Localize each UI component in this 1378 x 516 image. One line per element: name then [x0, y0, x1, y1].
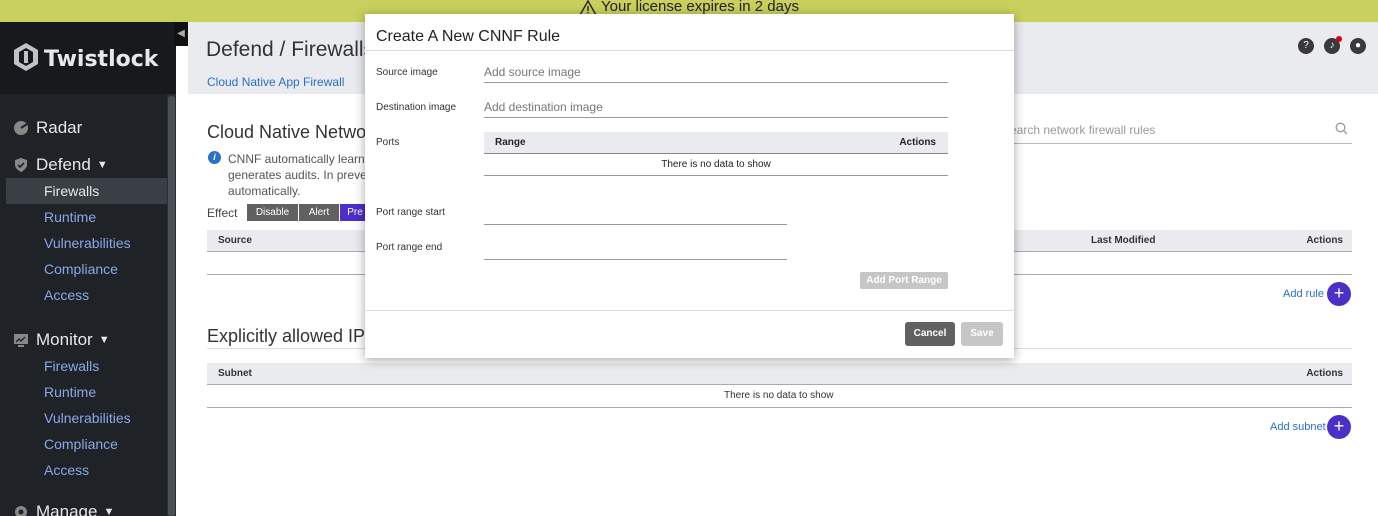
brand-name: Twistlock — [44, 47, 159, 72]
subnet-table-header: Subnet Actions — [207, 363, 1352, 385]
rules-search-input[interactable]: earch network firewall rules — [1010, 122, 1352, 144]
user-icon[interactable]: ● — [1350, 38, 1366, 54]
nav-monitor-label: Monitor — [36, 330, 93, 349]
save-button[interactable]: Save — [961, 322, 1003, 346]
sidebar-item-defend-compliance[interactable]: Compliance — [6, 256, 167, 282]
subnet-table-row-divider — [207, 407, 1352, 408]
port-range-start-label: Port range start — [376, 207, 445, 218]
logo-area: Twistlock — [0, 22, 176, 94]
sidebar-item-monitor-access[interactable]: Access — [6, 457, 167, 483]
ports-empty-message: There is no data to show — [484, 154, 948, 176]
sidebar-scrollbar[interactable] — [167, 94, 176, 516]
nav-manage-label: Manage — [36, 502, 98, 516]
col-source: Source — [218, 235, 252, 246]
notification-dot — [1336, 36, 1342, 42]
ports-table: Range Actions There is no data to show — [484, 132, 948, 176]
nav-defend[interactable]: Defend ▼ — [0, 155, 167, 175]
source-image-input[interactable] — [484, 61, 948, 83]
bell-icon[interactable]: ♪ — [1324, 36, 1342, 54]
collapse-sidebar-button[interactable]: ◀ — [174, 22, 188, 46]
nav-monitor[interactable]: Monitor ▼ — [0, 330, 167, 350]
port-range-start-input[interactable] — [484, 203, 787, 225]
chevron-down-icon: ▼ — [103, 506, 115, 516]
sidebar: Twistlock ◀ Radar Defend ▼ Firewalls Run… — [0, 22, 188, 516]
col-actions: Actions — [1306, 235, 1343, 246]
create-cnnf-rule-modal: Create A New CNNF Rule Source image Dest… — [365, 14, 1014, 358]
add-subnet-link[interactable]: Add subnet — [1270, 421, 1326, 433]
sidebar-item-monitor-runtime[interactable]: Runtime — [6, 379, 167, 405]
shield-icon — [12, 156, 30, 174]
modal-header-divider — [365, 50, 1014, 51]
add-rule-button[interactable]: + — [1327, 282, 1351, 306]
sidebar-item-defend-vulnerabilities[interactable]: Vulnerabilities — [6, 230, 167, 256]
monitor-icon — [12, 331, 30, 349]
modal-title: Create A New CNNF Rule — [376, 28, 561, 45]
effect-disable-button[interactable]: Disable — [247, 204, 298, 221]
chevron-down-icon: ▼ — [98, 334, 110, 346]
add-rule-link[interactable]: Add rule — [1283, 288, 1324, 300]
ports-label: Ports — [376, 137, 400, 148]
header-icons: ? ♪ ● — [1298, 36, 1366, 54]
effect-label: Effect — [207, 206, 238, 220]
ip-section-title: Explicitly allowed IP ra — [207, 326, 386, 346]
subnet-empty-message: There is no data to show — [724, 390, 834, 401]
cnnf-description: CNNF automatically learns r generates au… — [228, 152, 379, 198]
source-image-label: Source image — [376, 67, 438, 78]
chevron-down-icon: ▼ — [96, 159, 108, 171]
port-range-end-input[interactable] — [484, 238, 787, 260]
port-range-end-label: Port range end — [376, 242, 443, 253]
tab-cloud-native-app-firewall[interactable]: Cloud Native App Firewall — [207, 75, 344, 89]
scrollbar-thumb[interactable] — [168, 96, 175, 516]
info-icon: i — [208, 151, 221, 164]
license-text: Your license expires in 2 days — [601, 0, 799, 15]
col-subnet: Subnet — [218, 368, 252, 379]
sidebar-item-defend-access[interactable]: Access — [6, 282, 167, 308]
add-subnet-button[interactable]: + — [1327, 415, 1351, 439]
modal-footer-divider — [365, 310, 1014, 311]
col-subnet-actions: Actions — [1306, 368, 1343, 379]
nav-radar[interactable]: Radar — [0, 118, 167, 138]
nav-manage[interactable]: Manage ▼ — [0, 502, 167, 516]
col-range: Range — [495, 137, 526, 148]
col-last-modified: Last Modified — [1091, 235, 1156, 246]
ports-table-header: Range Actions — [484, 132, 948, 154]
logo[interactable]: Twistlock — [12, 42, 158, 77]
sidebar-item-defend-firewalls[interactable]: Firewalls — [6, 178, 167, 204]
gear-icon — [12, 503, 30, 516]
nav-defend-label: Defend — [36, 155, 91, 174]
radar-icon — [12, 119, 30, 137]
effect-alert-button[interactable]: Alert — [299, 204, 339, 221]
destination-image-input[interactable] — [484, 96, 948, 118]
sidebar-item-monitor-compliance[interactable]: Compliance — [6, 431, 167, 457]
cancel-button[interactable]: Cancel — [905, 322, 955, 346]
destination-image-label: Destination image — [376, 102, 457, 113]
nav-radar-label: Radar — [36, 118, 83, 137]
sidebar-item-defend-runtime[interactable]: Runtime — [6, 204, 167, 230]
search-icon[interactable] — [1335, 122, 1348, 138]
add-port-range-button[interactable]: Add Port Range — [860, 272, 948, 289]
help-icon[interactable]: ? — [1298, 38, 1314, 54]
cnnf-section-title: Cloud Native Network — [207, 122, 382, 142]
sidebar-item-monitor-firewalls[interactable]: Firewalls — [6, 353, 167, 379]
search-placeholder: earch network firewall rules — [1010, 123, 1156, 137]
col-ports-actions: Actions — [899, 137, 936, 148]
sidebar-item-monitor-vulnerabilities[interactable]: Vulnerabilities — [6, 405, 167, 431]
page-title: Defend / Firewalls — [206, 38, 375, 61]
twistlock-logo-icon — [12, 42, 40, 77]
